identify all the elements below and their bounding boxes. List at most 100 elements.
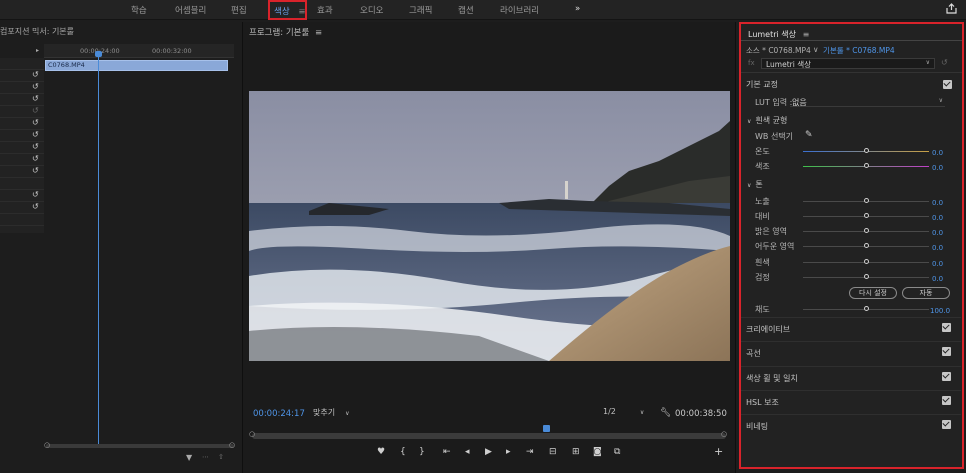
slider-knob[interactable] [864,274,869,279]
color-wheels-section-header[interactable]: 색상 휠 및 일치 [741,366,961,388]
wrench-icon[interactable]: 🔧︎ [660,408,671,418]
slider-knob[interactable] [864,228,869,233]
video-frame[interactable] [249,91,730,361]
hsl-checkbox[interactable] [942,396,951,405]
workspace-effects[interactable]: 효과 [317,4,333,16]
tone-header[interactable]: ∨ 톤 [747,179,763,190]
reset-icon[interactable]: ↺ [32,190,39,199]
filter-icon[interactable]: ▼ [186,453,192,462]
extract-button[interactable]: ⊞ [572,447,580,457]
add-marker-button[interactable]: ♥ [377,447,385,457]
scroll-handle-right[interactable]: ○ [229,441,235,449]
eyedropper-icon[interactable]: ✎ [805,130,813,140]
step-forward-button[interactable]: ▸ [506,447,511,457]
white-balance-header[interactable]: ∨ 흰색 균형 [747,115,787,126]
slider-value[interactable]: 0.0 [932,149,943,157]
reset-icon[interactable]: ↺ [32,130,39,139]
vignette-checkbox[interactable] [942,420,951,429]
workspace-learn[interactable]: 학습 [131,4,147,16]
slider-knob[interactable] [864,163,869,168]
curves-checkbox[interactable] [942,347,951,356]
timeline-clip[interactable]: C0768.MP4 [45,60,228,71]
track-expand-icon[interactable]: ▸ [36,47,39,54]
slider-label: 노출 [755,197,770,206]
slider-value[interactable]: 0.0 [932,244,943,252]
mark-in-button[interactable]: { [400,447,406,457]
mark-out-button[interactable]: } [419,447,425,457]
current-timecode[interactable]: 00:00:24:17 [253,409,305,419]
workspace-graphics[interactable]: 그래픽 [409,4,432,16]
slider-knob[interactable] [864,198,869,203]
resolution-select[interactable]: 1/2 ∨ [603,407,651,419]
reset-icon[interactable]: ↺ [32,82,39,91]
color-wheels-checkbox[interactable] [942,372,951,381]
reset-effect-icon[interactable]: ↺ [941,58,948,67]
export-frame-icon[interactable]: ◙ [593,447,602,457]
slider-value[interactable]: 0.0 [932,275,943,283]
button-editor-icon[interactable]: + [714,445,723,458]
creative-section-header[interactable]: 크리에이티브 [741,317,961,339]
effect-select[interactable]: Lumetri 색상 ∨ [761,58,935,69]
slider-value[interactable]: 0.0 [932,260,943,268]
source-clip-label[interactable]: 소스 * C0768.MP4 [746,45,811,56]
slider-knob[interactable] [864,259,869,264]
slider-knob[interactable] [864,243,869,248]
export-icon[interactable]: ⇧ [218,453,224,461]
workspace-menu-icon[interactable]: ≡ [298,7,305,17]
reset-button[interactable]: 다시 설정 [849,287,897,299]
lut-select[interactable]: 없음 ∨ [790,96,945,107]
chevron-down-icon[interactable]: ∨ [813,45,819,54]
timeline-playhead[interactable] [98,52,99,444]
slider-value[interactable]: 100.0 [930,307,950,315]
workspace-audio[interactable]: 오디오 [360,4,383,16]
timeline-scrollbar[interactable] [46,444,234,448]
curves-section-header[interactable]: 곡선 [741,341,961,363]
slider-label: 온도 [755,147,770,156]
slider-value[interactable]: 0.0 [932,229,943,237]
reset-icon[interactable]: ↺ [32,106,39,115]
timeline-ruler[interactable] [44,44,234,58]
slider-value[interactable]: 0.0 [932,214,943,222]
basic-correction-header[interactable]: 기본 교정 [746,79,778,90]
workspace-captions[interactable]: 캡션 [458,4,474,16]
slider-knob[interactable] [864,213,869,218]
target-clip-label[interactable]: 기본룰 * C0768.MP4 [823,45,895,56]
settings-icon[interactable]: ⋯ [202,453,209,461]
slider-value[interactable]: 0.0 [932,199,943,207]
step-back-button[interactable]: ◂ [465,447,470,457]
scrub-end-handle[interactable]: ○ [721,430,727,438]
slider-knob[interactable] [864,306,869,311]
workspace-assembly[interactable]: 어셈블리 [175,4,206,16]
reset-icon[interactable]: ↺ [32,142,39,151]
workspace-libraries[interactable]: 라이브러리 [500,4,539,16]
fx-icon[interactable]: fx [748,59,755,67]
reset-icon[interactable]: ↺ [32,70,39,79]
scroll-handle-left[interactable]: ○ [44,441,50,449]
scrub-start-handle[interactable]: ○ [249,430,255,438]
lift-button[interactable]: ⊟ [549,447,557,457]
auto-button[interactable]: 자동 [902,287,950,299]
workspace-color[interactable]: 색상 ≡ [268,0,307,20]
slider-value[interactable]: 0.0 [932,164,943,172]
reset-icon[interactable]: ↺ [32,94,39,103]
slider-knob[interactable] [864,148,869,153]
playhead-handle[interactable] [95,51,102,57]
scrubber-playhead[interactable] [543,425,550,432]
workspace-editing[interactable]: 편집 [231,4,247,16]
reset-icon[interactable]: ↺ [32,154,39,163]
workspace-overflow-button[interactable]: » [575,4,580,14]
play-button[interactable]: ▶ [485,447,492,457]
reset-icon[interactable]: ↺ [32,166,39,175]
basic-correction-checkbox[interactable] [943,80,952,89]
playback-scrubber[interactable] [252,433,726,439]
go-to-in-button[interactable]: ⇤ [443,447,451,457]
comparison-view-button[interactable]: ⧉ [614,447,620,457]
reset-icon[interactable]: ↺ [32,118,39,127]
zoom-select[interactable]: 맞추기 ∨ [313,407,363,419]
share-icon[interactable] [946,3,957,14]
hsl-section-header[interactable]: HSL 보조 [741,390,961,412]
vignette-section-header[interactable]: 비네팅 [741,414,961,436]
go-to-out-button[interactable]: ⇥ [526,447,534,457]
creative-checkbox[interactable] [942,323,951,332]
reset-icon[interactable]: ↺ [32,202,39,211]
